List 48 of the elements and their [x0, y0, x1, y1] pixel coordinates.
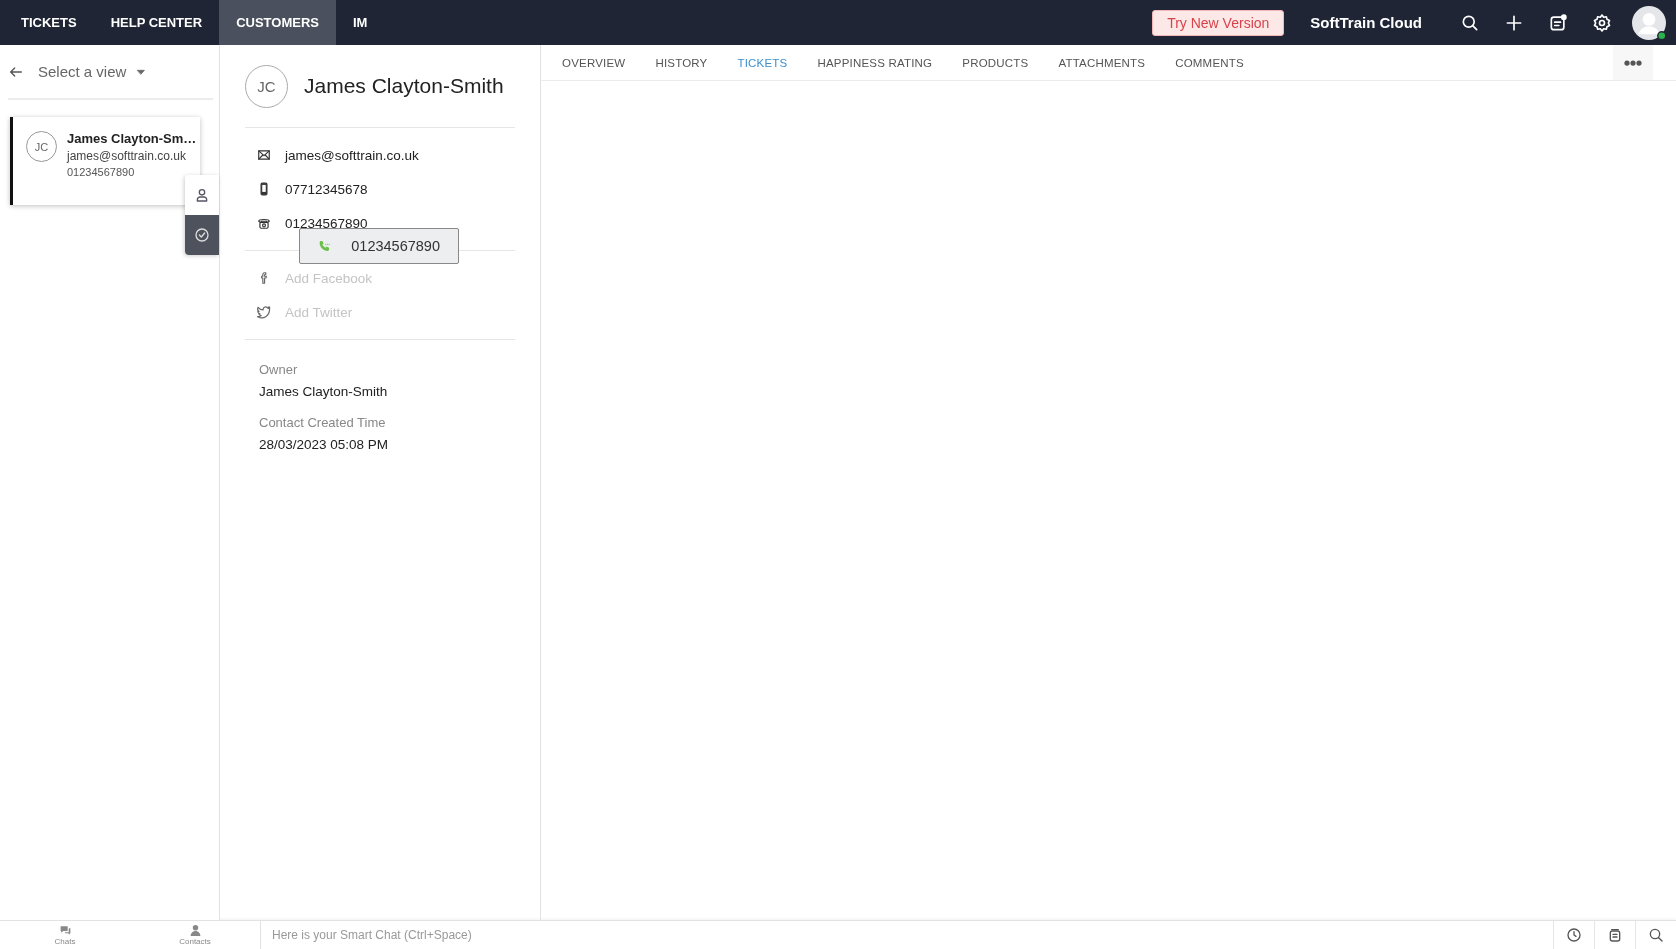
chats-button[interactable]: Chats [0, 921, 130, 949]
email-value[interactable]: james@softtrain.co.uk [285, 147, 419, 163]
smart-chat-field[interactable]: Here is your Smart Chat (Ctrl+Space) [260, 921, 1553, 949]
detail-tab[interactable]: PRODUCTS [962, 56, 1029, 69]
view-selector-label[interactable]: Select a view [38, 63, 127, 80]
person-icon [188, 924, 202, 937]
detail-tab[interactable]: HAPPINESS RATING [817, 56, 933, 69]
phone-value[interactable]: 01234567890 [285, 215, 368, 231]
nav-tab[interactable]: HELP CENTER [93, 0, 220, 45]
contact-email: james@softtrain.co.uk [67, 149, 187, 163]
contact-phone: 01234567890 [67, 166, 136, 178]
contact-name-heading: James Clayton-Smith [304, 74, 504, 98]
person-icon [194, 187, 210, 203]
search-icon[interactable] [1648, 927, 1664, 943]
telephone-icon [257, 216, 271, 230]
detail-tab[interactable]: HISTORY [655, 56, 708, 69]
nav-tab[interactable]: TICKETS [4, 0, 94, 45]
detail-tab[interactable]: COMMENTS [1175, 56, 1244, 69]
bird-icon [257, 305, 271, 319]
org-name[interactable]: SoftTrain Cloud [1310, 14, 1422, 31]
detail-tab[interactable]: ATTACHMENTS [1058, 56, 1146, 69]
nav-tab[interactable]: CUSTOMERS [219, 0, 336, 45]
notes-icon[interactable] [1548, 12, 1568, 33]
detail-tab[interactable]: TICKETS [737, 56, 788, 69]
contact-name: James Clayton-Sm… [67, 131, 197, 146]
mail-icon [257, 148, 271, 162]
chat-bubbles-icon [58, 924, 72, 937]
check-circle-icon [194, 227, 210, 243]
field-value: 28/03/2023 05:08 PM [259, 437, 390, 452]
settings-icon[interactable] [1592, 12, 1612, 33]
status-button[interactable] [185, 215, 219, 255]
call-tooltip[interactable]: 01234567890 [299, 228, 459, 264]
contact-card[interactable]: JC James Clayton-Sm… james@softtrain.co.uk 01234567890 [10, 117, 200, 205]
mobile-phone-icon [257, 182, 271, 196]
nav-tab[interactable]: IM [335, 0, 385, 45]
try-new-version-button[interactable]: Try New Version [1152, 9, 1285, 36]
field-label: Owner [259, 362, 299, 377]
field-label: Contact Created Time [259, 415, 387, 430]
contact-view-button[interactable] [185, 175, 219, 215]
more-icon [1624, 59, 1642, 66]
more-button[interactable] [1613, 45, 1653, 80]
mobile-value[interactable]: 07712345678 [285, 181, 368, 197]
contacts-button[interactable]: Contacts [130, 921, 260, 949]
detail-tab[interactable]: OVERVIEW [562, 56, 626, 69]
stacked-notes-icon[interactable] [1607, 927, 1623, 943]
user-avatar[interactable] [1632, 5, 1666, 40]
field-value: James Clayton-Smith [259, 384, 389, 399]
clock-icon[interactable] [1566, 927, 1582, 943]
